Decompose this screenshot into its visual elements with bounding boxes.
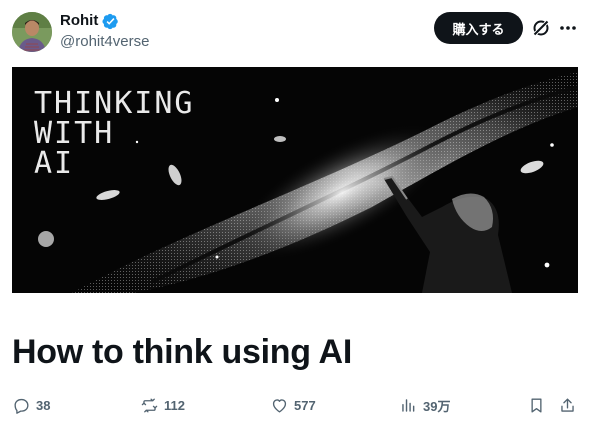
reply-icon <box>14 398 29 414</box>
avatar[interactable] <box>12 12 52 52</box>
article-cover-image[interactable]: THINKING WITH AI <box>12 67 578 293</box>
heart-icon <box>272 398 287 413</box>
view-count: 39万 <box>423 398 451 414</box>
grok-icon[interactable] <box>530 17 552 39</box>
share-icon <box>561 397 574 412</box>
reply-count: 38 <box>36 397 51 413</box>
author-display-name[interactable]: Rohit <box>60 12 98 30</box>
verified-badge-icon <box>102 13 119 30</box>
more-options-icon[interactable] <box>557 17 579 39</box>
cover-title-text: THINKING WITH AI <box>34 86 195 181</box>
like-button[interactable]: 577 <box>270 393 316 417</box>
analytics-icon <box>402 398 415 412</box>
repost-count: 112 <box>164 397 185 413</box>
avatar-image <box>12 12 52 52</box>
like-count: 577 <box>294 397 316 413</box>
action-bar: 38 112 577 39万 <box>0 393 596 417</box>
article-title[interactable]: How to think using AI <box>12 330 352 374</box>
author-name-row[interactable]: Rohit <box>60 12 119 30</box>
repost-button[interactable]: 112 <box>140 393 185 417</box>
author-handle[interactable]: @rohit4verse <box>60 33 149 51</box>
buy-button[interactable]: 購入する <box>434 12 523 44</box>
bookmark-icon <box>531 397 542 413</box>
reply-button[interactable]: 38 <box>12 393 50 417</box>
views-button[interactable]: 39万 <box>399 393 450 417</box>
bookmark-button[interactable] <box>527 393 546 417</box>
post-card: Rohit @rohit4verse 購入する THINKING WITH AI… <box>0 0 596 423</box>
repost-icon <box>141 397 158 413</box>
share-button[interactable] <box>558 393 577 417</box>
